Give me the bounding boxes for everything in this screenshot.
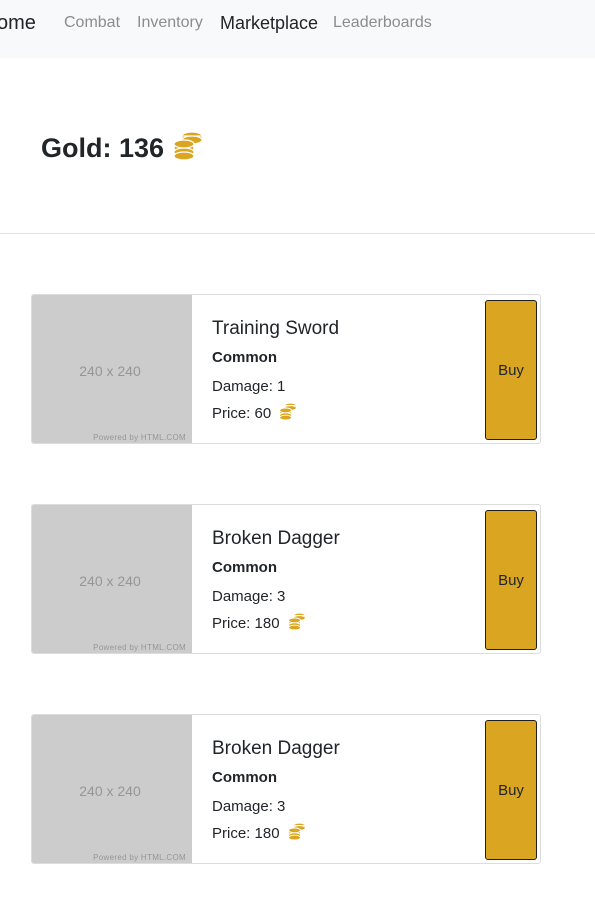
coin-stack-icon bbox=[287, 612, 306, 634]
coin-stack-icon bbox=[279, 402, 298, 424]
item-card: 240 x 240 Powered by HTML.COM Training S… bbox=[31, 294, 541, 444]
item-name: Broken Dagger bbox=[212, 738, 340, 759]
image-credit: Powered by HTML.COM bbox=[93, 433, 186, 442]
item-rarity: Common bbox=[212, 349, 277, 366]
navbar-brand-home[interactable]: ome bbox=[0, 12, 36, 35]
item-damage: Damage: 1 bbox=[212, 378, 286, 395]
buy-button[interactable]: Buy bbox=[485, 300, 537, 440]
item-image-placeholder: 240 x 240 Powered by HTML.COM bbox=[32, 505, 192, 653]
item-price: Price: 180 bbox=[212, 612, 306, 634]
coin-stack-icon bbox=[173, 130, 203, 167]
item-price: Price: 180 bbox=[212, 822, 306, 844]
item-name: Broken Dagger bbox=[212, 528, 340, 549]
gold-balance: Gold: 136 bbox=[41, 130, 203, 167]
navbar: ome Combat Inventory Marketplace Leaderb… bbox=[0, 0, 595, 58]
image-credit: Powered by HTML.COM bbox=[93, 643, 186, 652]
section-divider bbox=[0, 233, 595, 234]
coin-stack-icon bbox=[287, 822, 306, 844]
item-price: Price: 60 bbox=[212, 402, 298, 424]
item-name: Training Sword bbox=[212, 318, 340, 339]
image-size-label: 240 x 240 bbox=[79, 363, 141, 379]
item-rarity: Common bbox=[212, 559, 277, 576]
item-image-placeholder: 240 x 240 Powered by HTML.COM bbox=[32, 715, 192, 863]
nav-link-marketplace[interactable]: Marketplace bbox=[220, 13, 318, 34]
nav-link-combat[interactable]: Combat bbox=[64, 14, 120, 32]
image-size-label: 240 x 240 bbox=[79, 783, 141, 799]
item-price-label: Price: 180 bbox=[212, 824, 280, 842]
gold-balance-label: Gold: 136 bbox=[41, 133, 165, 163]
buy-button[interactable]: Buy bbox=[485, 510, 537, 650]
image-credit: Powered by HTML.COM bbox=[93, 853, 186, 862]
item-damage: Damage: 3 bbox=[212, 588, 286, 605]
item-damage: Damage: 3 bbox=[212, 798, 286, 815]
nav-link-inventory[interactable]: Inventory bbox=[137, 14, 203, 32]
image-size-label: 240 x 240 bbox=[79, 573, 141, 589]
item-image-placeholder: 240 x 240 Powered by HTML.COM bbox=[32, 295, 192, 443]
item-price-label: Price: 180 bbox=[212, 614, 280, 632]
item-card: 240 x 240 Powered by HTML.COM Broken Dag… bbox=[31, 714, 541, 864]
nav-link-leaderboards[interactable]: Leaderboards bbox=[333, 14, 432, 32]
item-card: 240 x 240 Powered by HTML.COM Broken Dag… bbox=[31, 504, 541, 654]
buy-button[interactable]: Buy bbox=[485, 720, 537, 860]
item-price-label: Price: 60 bbox=[212, 404, 272, 422]
item-rarity: Common bbox=[212, 769, 277, 786]
